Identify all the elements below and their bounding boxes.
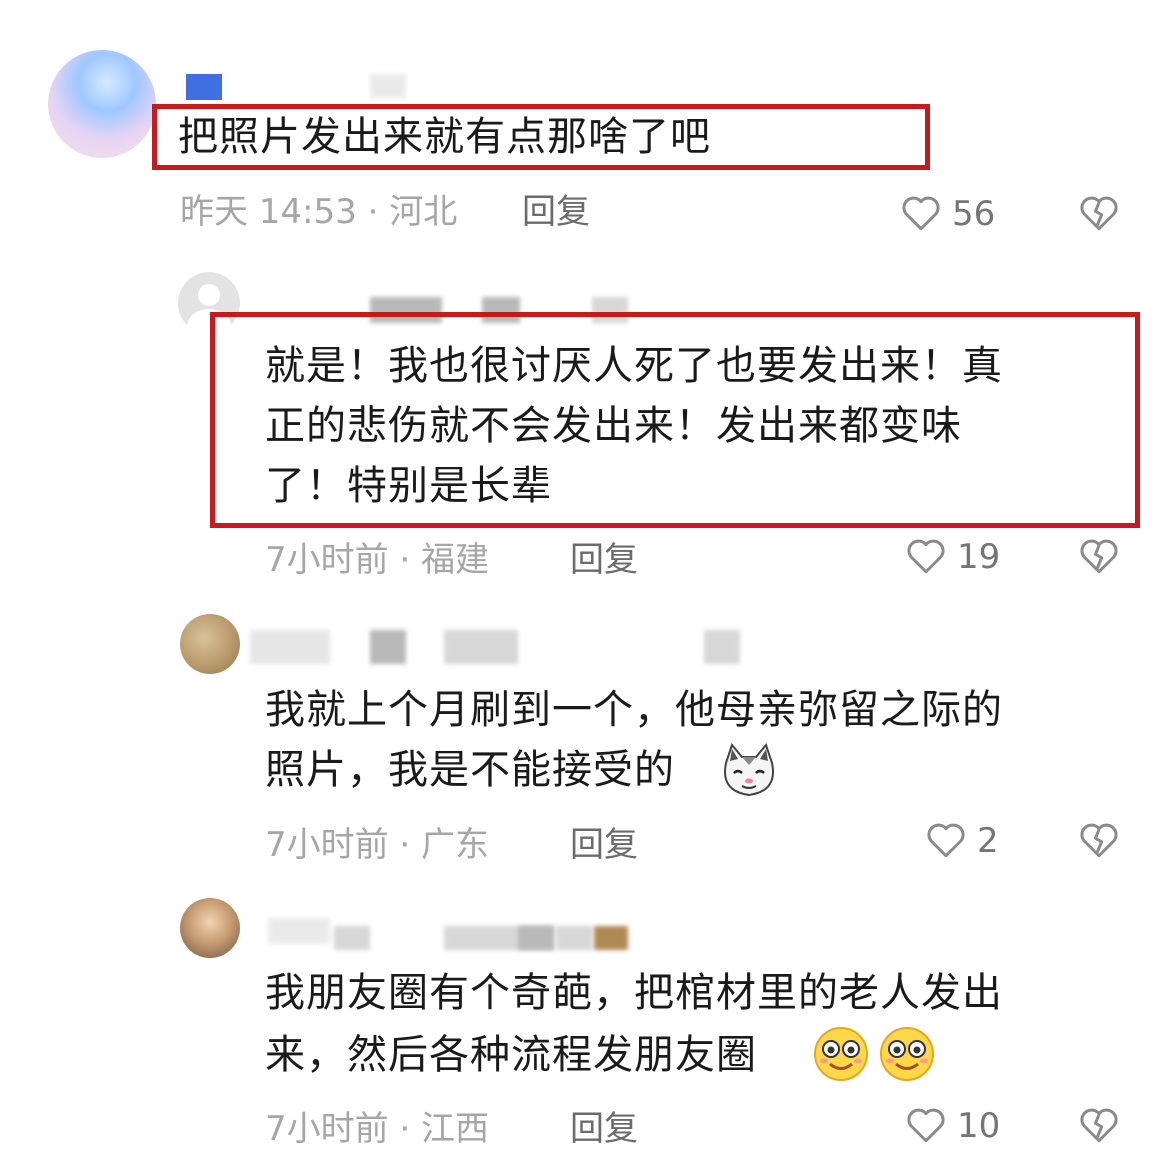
like-count: 2 (977, 821, 999, 861)
comment-meta: 7小时前 · 广东 (265, 825, 490, 865)
comment-text-line: 我朋友圈有个奇葩，把棺材里的老人发出 (265, 970, 1003, 1016)
username-redacted[interactable] (186, 74, 222, 100)
username-redacted (704, 630, 740, 664)
smile-face-icon (880, 1027, 934, 1081)
broken-heart-icon[interactable] (1078, 1105, 1120, 1145)
like-count: 10 (957, 1106, 1001, 1146)
reply-button[interactable]: 回复 (570, 825, 638, 865)
like-count: 19 (957, 537, 1001, 577)
cat-face-icon (724, 743, 774, 797)
like-count: 56 (952, 194, 996, 234)
username-redacted (518, 926, 554, 950)
username-redacted (370, 630, 406, 664)
comment-text-line: 照片，我是不能接受的 (265, 747, 675, 793)
reply-button[interactable]: 回复 (570, 540, 638, 580)
heart-outline-icon[interactable] (905, 536, 947, 576)
username-redacted (370, 74, 406, 98)
heart-outline-icon[interactable] (900, 193, 942, 233)
comment-text-line: 我就上个月刷到一个，他母亲弥留之际的 (265, 687, 1003, 733)
reply-button[interactable]: 回复 (570, 1109, 638, 1149)
broken-heart-icon[interactable] (1078, 193, 1120, 233)
username-redacted (444, 630, 518, 664)
heart-outline-icon[interactable] (925, 820, 967, 860)
reply-button[interactable]: 回复 (522, 192, 590, 232)
username-redacted[interactable] (250, 630, 330, 664)
username-redacted[interactable] (268, 918, 330, 944)
broken-heart-icon[interactable] (1078, 820, 1120, 860)
username-redacted (334, 926, 370, 950)
avatar[interactable] (48, 50, 156, 158)
comment-meta: 昨天 14:53 · 河北 (180, 192, 458, 232)
comment-meta: 7小时前 · 福建 (265, 540, 490, 580)
comment-meta: 7小时前 · 江西 (265, 1109, 490, 1149)
comment-text-line: 来，然后各种流程发朋友圈 (265, 1032, 757, 1078)
smile-face-icon (814, 1027, 868, 1081)
comment-text-line: 正的悲伤就不会发出来！发出来都变味 (265, 403, 962, 449)
comment-text-line: 就是！我也很讨厌人死了也要发出来！真 (265, 343, 1003, 389)
heart-outline-icon[interactable] (905, 1105, 947, 1145)
username-redacted (556, 926, 592, 950)
username-redacted (594, 926, 628, 950)
avatar[interactable] (180, 614, 240, 674)
avatar[interactable] (180, 898, 240, 958)
comment-text: 把照片发出来就有点那啥了吧 (178, 114, 711, 160)
comment-text-line: 了！特别是长辈 (265, 463, 552, 509)
broken-heart-icon[interactable] (1078, 536, 1120, 576)
